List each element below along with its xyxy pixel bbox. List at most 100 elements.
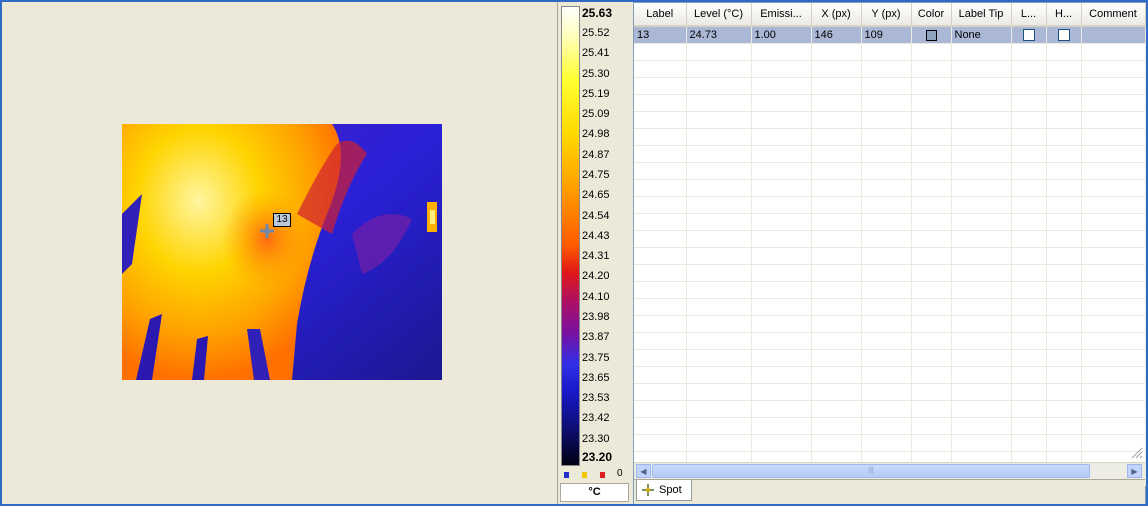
column-header-label[interactable]: Label [634,3,687,27]
empty-cell [751,60,812,78]
column-header-h[interactable]: H... [1046,3,1082,27]
scale-tick: 23.53 [582,392,610,404]
checkbox[interactable] [1022,29,1035,42]
spot-label[interactable]: 13 [273,213,291,227]
scroll-right-button[interactable]: ▶ [1127,464,1142,478]
empty-cell [1081,213,1146,231]
empty-cell [1081,400,1146,418]
empty-cell [1011,43,1047,61]
empty-cell [811,230,862,248]
empty-cell [751,196,812,214]
cell-emissivity[interactable]: 1.00 [751,26,812,44]
empty-row [634,417,1146,435]
empty-cell [1046,417,1082,435]
empty-cell [751,247,812,265]
column-header-comment[interactable]: Comment [1081,3,1146,27]
empty-cell [1081,247,1146,265]
empty-cell [1011,94,1047,112]
cell-h[interactable] [1046,26,1082,44]
empty-cell [861,434,912,452]
empty-cell [1046,43,1082,61]
tab-spot[interactable]: Spot [636,480,692,501]
scroll-thumb[interactable]: ||| [652,464,1090,478]
cell-level[interactable]: 24.73 [686,26,752,44]
table-row[interactable]: 13 24.73 1.00 146 109 None [634,26,1146,44]
column-header-l[interactable]: L... [1011,3,1047,27]
column-header-y[interactable]: Y (px) [861,3,912,27]
cell-y[interactable]: 109 [861,26,912,44]
empty-cell [911,111,952,129]
empty-cell [634,298,687,316]
empty-cell [911,196,952,214]
cell-label-tip[interactable]: None [951,26,1012,44]
empty-cell [634,94,687,112]
empty-cell [634,43,687,61]
empty-cell [751,315,812,333]
empty-row [634,196,1146,214]
checkbox[interactable] [1057,29,1070,42]
empty-cell [911,145,952,163]
empty-cell [1011,264,1047,282]
empty-cell [751,230,812,248]
empty-cell [1081,298,1146,316]
empty-cell [911,434,952,452]
empty-row [634,128,1146,146]
empty-cell [1011,383,1047,401]
horizontal-scrollbar[interactable]: ◀ ||| ▶ [634,462,1145,479]
empty-cell [811,145,862,163]
unit-button[interactable]: °C [560,483,629,502]
empty-cell [1011,145,1047,163]
empty-cell [951,383,1012,401]
empty-cell [911,230,952,248]
scroll-left-button[interactable]: ◀ [636,464,651,478]
empty-cell [1081,43,1146,61]
scale-tick: 24.43 [582,230,610,242]
column-header-emissivity[interactable]: Emissi... [751,3,812,27]
column-header-level[interactable]: Level (°C) [686,3,752,27]
empty-cell [1046,383,1082,401]
empty-cell [911,264,952,282]
empty-cell [911,247,952,265]
empty-cell [811,332,862,350]
empty-cell [1046,400,1082,418]
cell-comment[interactable] [1081,26,1146,44]
color-swatch[interactable] [925,29,937,41]
empty-cell [811,94,862,112]
spot-crosshair-icon[interactable] [260,224,274,238]
empty-cell [1046,94,1082,112]
empty-cell [911,213,952,231]
resize-grip-icon[interactable] [1131,447,1143,459]
empty-cell [1081,128,1146,146]
cell-label[interactable]: 13 [634,26,687,44]
empty-cell [1011,77,1047,95]
empty-cell [811,400,862,418]
empty-cell [686,247,752,265]
empty-cell [751,77,812,95]
empty-cell [751,94,812,112]
empty-cell [861,417,912,435]
empty-cell [751,162,812,180]
empty-cell [861,128,912,146]
image-view-pane: 13 [2,2,557,504]
thermal-image[interactable]: 13 [122,124,442,380]
empty-cell [861,179,912,197]
color-scale-bar[interactable] [561,6,580,466]
empty-cell [634,400,687,418]
empty-cell [1081,230,1146,248]
empty-cell [634,315,687,333]
empty-cell [911,400,952,418]
cell-color[interactable] [911,26,952,44]
empty-cell [634,417,687,435]
empty-cell [751,400,812,418]
empty-row [634,43,1146,61]
column-header-color[interactable]: Color [911,3,952,27]
column-header-label-tip[interactable]: Label Tip [951,3,1012,27]
cell-l[interactable] [1011,26,1047,44]
empty-cell [951,298,1012,316]
empty-cell [1081,111,1146,129]
empty-cell [861,332,912,350]
empty-cell [1081,332,1146,350]
column-header-x[interactable]: X (px) [811,3,862,27]
scale-tick: 23.30 [582,433,610,445]
cell-x[interactable]: 146 [811,26,862,44]
